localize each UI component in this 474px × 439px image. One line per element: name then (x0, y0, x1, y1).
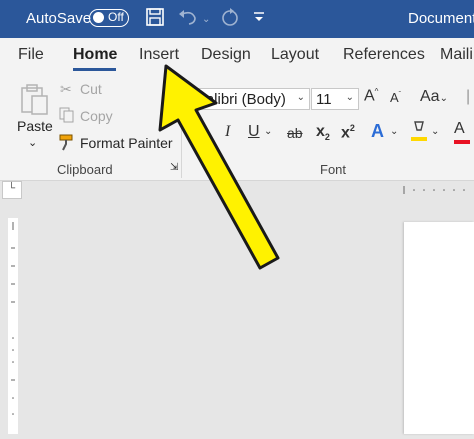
annotation-arrow (158, 64, 280, 270)
